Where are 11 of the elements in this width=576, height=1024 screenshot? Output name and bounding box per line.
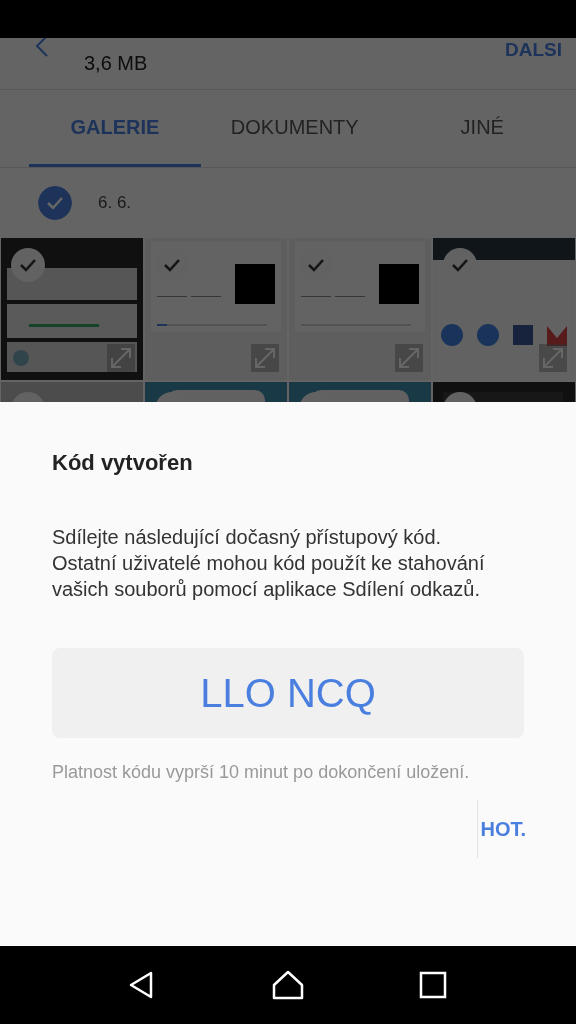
dialog-note: Platnost kódu vyprší 10 minut po dokončení uložení. <box>52 761 471 784</box>
done-button[interactable]: HOT. <box>477 800 526 858</box>
next-button[interactable]: DALSI <box>505 38 562 65</box>
tab[interactable]: JINÉ <box>388 90 576 167</box>
date-label: 6. 6. <box>98 192 132 215</box>
dialog-title: Kód vytvořen <box>52 449 194 477</box>
access-code: LLO NCQ <box>52 648 524 738</box>
dialog-message: Sdílejte následující dočasný přístupový kód. Ostatní uživatelé mohou kód použít ke stahování vašich souborů pomocí aplikace Sdílení odkazů. <box>52 525 486 602</box>
tab[interactable]: DOKUMENTY <box>201 90 389 167</box>
file-size: 3,6 MB <box>84 51 148 76</box>
tab[interactable]: GALERIE <box>29 90 201 167</box>
